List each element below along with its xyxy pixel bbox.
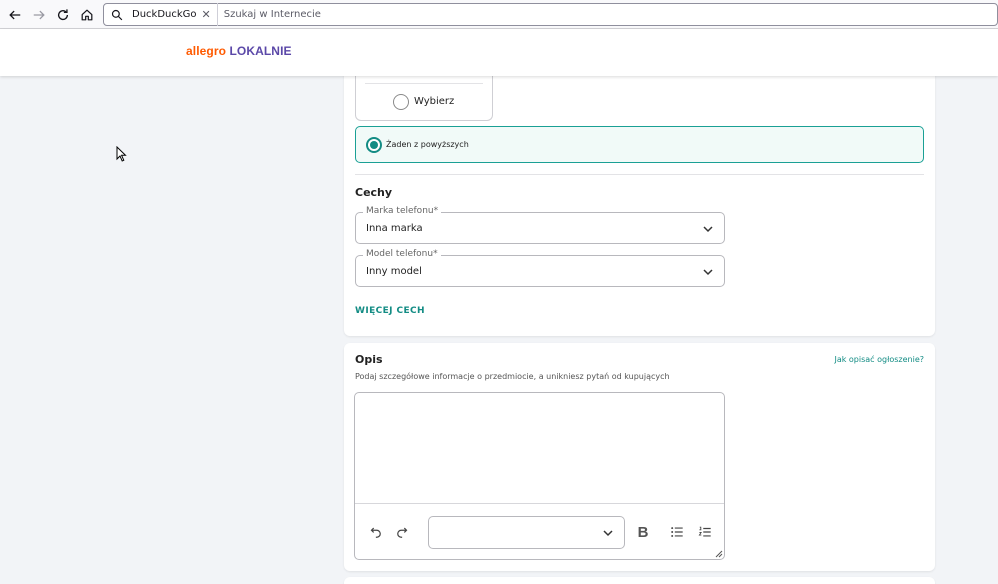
home-icon (81, 9, 93, 21)
bold-button[interactable]: B (633, 522, 653, 542)
bulleted-list-icon (671, 527, 683, 537)
description-textarea[interactable] (355, 393, 724, 504)
bold-icon: B (637, 523, 649, 541)
none-radio-checked[interactable] (366, 137, 382, 153)
browser-toolbar: DuckDuckGo ✕ Szukaj w Internecie (0, 0, 998, 29)
redo-button[interactable] (393, 522, 413, 542)
mouse-cursor-icon (116, 146, 127, 162)
logo-lokalnie: LOKALNIE (229, 44, 292, 58)
option-none-selected[interactable]: Żaden z powyższych (355, 126, 924, 163)
more-features-button[interactable]: WIĘCEJ CECH (355, 306, 425, 316)
undo-icon (370, 527, 381, 538)
logo-allegro: allegro (186, 44, 227, 58)
model-select[interactable]: Model telefonu* Inny model (355, 249, 725, 287)
redo-icon (397, 527, 408, 538)
url-bar[interactable]: DuckDuckGo ✕ Szukaj w Internecie (103, 3, 998, 26)
description-editor: B (354, 392, 725, 560)
close-icon[interactable]: ✕ (202, 8, 211, 21)
undo-button[interactable] (365, 522, 385, 542)
chevron-down-icon (703, 269, 713, 276)
choose-label: Wybierz (414, 96, 455, 107)
text-format-select[interactable] (428, 516, 625, 549)
numbered-list-icon (698, 526, 711, 537)
model-select-value: Inny model (366, 266, 422, 277)
forward-button[interactable] (28, 4, 50, 26)
site-logo[interactable]: allegro LOKALNIE (186, 44, 292, 58)
none-label: Żaden z powyższych (386, 140, 469, 149)
model-select-label: Model telefonu* (363, 249, 441, 259)
section-divider (355, 174, 924, 175)
divider (365, 83, 483, 84)
search-input-placeholder[interactable]: Szukaj w Internecie (218, 9, 321, 20)
chevron-down-icon (603, 530, 613, 537)
reload-button[interactable] (52, 4, 74, 26)
reload-icon (57, 9, 69, 21)
back-button[interactable] (4, 4, 26, 26)
brand-select-label: Marka telefonu* (363, 206, 442, 216)
site-header: allegro LOKALNIE (0, 29, 998, 76)
search-icon (104, 4, 130, 25)
chevron-down-icon (703, 226, 713, 233)
bulleted-list-button[interactable] (667, 522, 687, 542)
arrow-right-icon (33, 10, 45, 20)
brand-select-value: Inna marka (366, 223, 423, 234)
features-title: Cechy (355, 186, 393, 199)
choose-radio[interactable] (393, 94, 409, 110)
how-to-describe-link[interactable]: Jak opisać ogłoszenie? (834, 355, 924, 364)
resize-handle-icon[interactable] (715, 550, 723, 558)
description-title: Opis (355, 353, 383, 366)
description-hint: Podaj szczegółowe informacje o przedmioc… (355, 372, 670, 381)
brand-select[interactable]: Marka telefonu* Inna marka (355, 206, 725, 244)
numbered-list-button[interactable] (695, 522, 715, 542)
search-engine-chip[interactable]: DuckDuckGo (130, 9, 197, 20)
home-button[interactable] (76, 4, 98, 26)
next-card (344, 577, 935, 584)
arrow-left-icon (9, 10, 21, 20)
